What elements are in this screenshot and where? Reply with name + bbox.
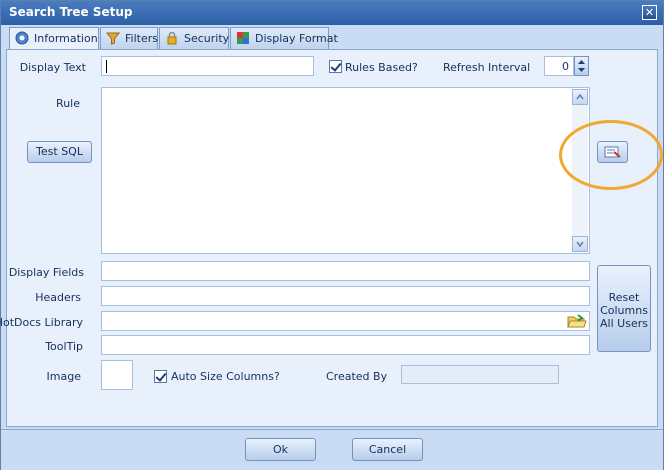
created-by-field	[401, 365, 559, 384]
title-bar[interactable]: Search Tree Setup ✕	[1, 1, 663, 25]
headers-label: Headers	[35, 291, 81, 304]
auto-size-columns-label: Auto Size Columns?	[171, 370, 280, 383]
test-sql-button[interactable]: Test SQL	[27, 141, 92, 163]
ok-button[interactable]: Ok	[245, 438, 316, 461]
hotdocs-library-label: HotDocs Library	[0, 316, 83, 329]
headers-input[interactable]	[101, 286, 590, 306]
reset-line-3: All Users	[600, 317, 648, 330]
gear-info-icon	[15, 31, 29, 45]
chevron-up-down-icon	[578, 60, 585, 72]
tab-filters-label: Filters	[125, 32, 158, 45]
tab-information[interactable]: Information	[9, 27, 99, 50]
auto-size-columns-checkbox[interactable]	[154, 370, 167, 383]
image-picker[interactable]	[101, 360, 133, 390]
browse-folder-button[interactable]	[567, 313, 587, 329]
scroll-up-button[interactable]	[572, 89, 588, 105]
tab-filters[interactable]: Filters	[100, 27, 158, 49]
folder-open-icon	[567, 314, 587, 328]
rules-based-label: Rules Based?	[345, 61, 418, 74]
refresh-interval-stepper[interactable]: 0	[544, 56, 589, 76]
display-text-input[interactable]	[101, 56, 314, 76]
chevron-down-icon	[576, 241, 584, 248]
rules-based-checkbox[interactable]	[329, 60, 342, 73]
hotdocs-library-input[interactable]	[101, 311, 590, 331]
created-by-label: Created By	[326, 370, 388, 383]
tooltip-input[interactable]	[101, 335, 590, 355]
image-label: Image	[46, 370, 81, 383]
highlight-ring	[559, 120, 663, 190]
display-fields-label: Display Fields	[8, 266, 84, 279]
stepper-buttons[interactable]	[574, 56, 589, 76]
tab-display-format-label: Display Format	[255, 32, 338, 45]
display-fields-input[interactable]	[101, 261, 590, 281]
rule-label: Rule	[56, 97, 80, 110]
funnel-icon	[106, 32, 120, 45]
rule-textarea[interactable]	[101, 87, 590, 254]
button-bar: Ok Cancel	[1, 429, 663, 470]
reset-columns-button[interactable]: Reset Columns All Users	[597, 265, 651, 352]
refresh-interval-input[interactable]: 0	[544, 56, 574, 76]
tab-security-label: Security	[184, 32, 230, 45]
window-title: Search Tree Setup	[9, 5, 133, 19]
palette-icon	[237, 32, 249, 44]
reset-line-2: Columns	[600, 304, 648, 317]
refresh-interval-label: Refresh Interval	[443, 61, 531, 74]
close-button[interactable]: ✕	[642, 5, 657, 20]
scroll-down-button[interactable]	[572, 236, 588, 252]
text-caret	[106, 60, 107, 73]
reset-line-1: Reset	[608, 291, 640, 304]
cancel-button[interactable]: Cancel	[352, 438, 423, 461]
tab-information-label: Information	[34, 32, 98, 45]
tab-display-format[interactable]: Display Format	[230, 27, 338, 49]
dialog-window: Search Tree Setup ✕ Information Filters …	[0, 0, 664, 470]
chevron-up-icon	[576, 93, 584, 100]
display-text-label: Display Text	[19, 61, 86, 74]
lock-icon	[167, 31, 177, 45]
tab-security[interactable]: Security	[159, 27, 229, 49]
close-icon: ✕	[644, 6, 655, 19]
tooltip-label: ToolTip	[45, 340, 83, 353]
refresh-interval-value: 0	[562, 60, 569, 73]
